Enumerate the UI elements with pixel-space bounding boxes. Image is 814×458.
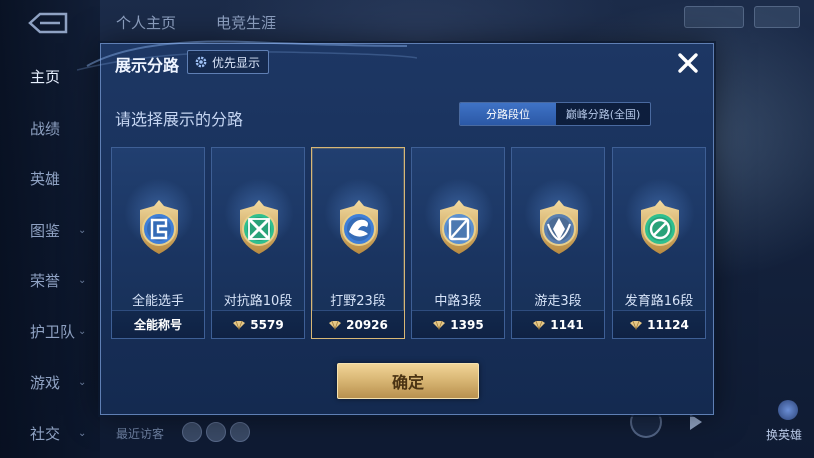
lane-card-name: 发育路16段 (624, 294, 694, 309)
clash-lane-emblem-icon (240, 200, 278, 254)
nav-item[interactable]: 英雄 (0, 158, 100, 198)
nav-item[interactable]: 游戏 ⌄ (0, 362, 100, 402)
roam-emblem-icon (540, 200, 578, 254)
gear-icon (195, 56, 207, 68)
lane-card-value: 1395 (450, 317, 484, 332)
lane-card-footer: 20926 (312, 310, 404, 338)
lane-card[interactable]: 游走3段 1141 (511, 147, 605, 339)
lane-source-toggle: 分路段位 巅峰分路(全国) (459, 102, 651, 126)
close-icon (678, 53, 698, 73)
lane-card-value: 20926 (346, 317, 388, 332)
chevron-down-icon: ⌄ (78, 427, 87, 439)
mid-lane-emblem-icon (440, 200, 478, 254)
chevron-down-icon: ⌄ (78, 325, 87, 337)
avatar[interactable] (206, 422, 226, 442)
tab-peak-lane-national[interactable]: 巅峰分路(全国) (556, 103, 650, 125)
tab-personal-home[interactable]: 个人主页 (116, 12, 176, 33)
all-round-emblem-icon (140, 200, 178, 254)
modal-title: 展示分路 (115, 56, 180, 75)
lane-card-name: 游走3段 (534, 294, 582, 309)
nav-item[interactable]: 图鉴 ⌄ (0, 210, 100, 250)
lane-card-footer: 全能称号 (112, 310, 204, 338)
nav-item[interactable]: 荣誉 ⌄ (0, 260, 100, 300)
lane-card-value: 全能称号 (133, 318, 182, 332)
recent-visitors-label: 最近访客 (116, 427, 165, 441)
chevron-down-icon: ⌄ (78, 376, 87, 388)
top-right-status (614, 4, 804, 30)
priority-display-button[interactable]: 优先显示 (187, 50, 270, 74)
nav-item[interactable]: 社交 ⌄ (0, 413, 100, 453)
rank-star-icon (233, 320, 246, 330)
modal-subtitle: 请选择展示的分路 (115, 110, 244, 129)
lane-card-footer: 1141 (512, 310, 604, 338)
nav-item-label: 护卫队 (30, 322, 76, 341)
chevron-down-icon: ⌄ (78, 224, 87, 236)
lane-card[interactable]: 对抗路10段 5579 (211, 147, 305, 339)
swap-hero-icon[interactable] (778, 400, 798, 420)
tab-esports-career[interactable]: 电竞生涯 (216, 12, 276, 33)
nav-item-label: 荣誉 (30, 271, 61, 290)
lane-card-name: 中路3段 (434, 294, 482, 309)
swap-hero-label[interactable]: 换英雄 (766, 426, 802, 443)
lane-card[interactable]: 发育路16段 11124 (612, 147, 706, 339)
lane-card[interactable]: 全能选手 全能称号 (111, 147, 205, 339)
farm-lane-emblem-icon (641, 200, 679, 254)
lane-card-value: 5579 (250, 317, 284, 332)
rank-star-icon (630, 320, 643, 330)
lane-display-modal: 展示分路 优先显示 请选择展示的分路 分路段位 巅峰分路(全国) 全能选手全能称… (77, 40, 714, 415)
lane-card-value: 11124 (647, 317, 689, 332)
tab-lane-rank[interactable]: 分路段位 (460, 103, 556, 125)
play-icon[interactable] (690, 414, 702, 430)
lane-card-value: 1141 (550, 317, 584, 332)
lane-card-footer: 11124 (613, 310, 705, 338)
lane-card-footer: 1395 (412, 310, 504, 338)
nav-item-label: 主页 (30, 67, 61, 86)
status-badge (684, 6, 744, 28)
nav-item-label: 图鉴 (30, 221, 61, 240)
nav-item-label: 英雄 (30, 169, 61, 188)
lane-card-name: 对抗路10段 (223, 294, 293, 309)
rank-star-icon (329, 320, 342, 330)
close-button[interactable] (673, 48, 703, 78)
nav-item-label: 社交 (30, 424, 61, 443)
rank-star-icon (433, 320, 446, 330)
nav-item[interactable]: 战绩 (0, 108, 100, 148)
nav-item-label: 游戏 (30, 373, 61, 392)
avatar[interactable] (182, 422, 202, 442)
lane-card-name: 全能选手 (131, 294, 184, 309)
chevron-down-icon: ⌄ (78, 274, 87, 286)
jungle-emblem-icon (340, 200, 378, 254)
status-badge (754, 6, 800, 28)
lane-card[interactable]: 中路3段 1395 (411, 147, 505, 339)
lane-card[interactable]: 打野23段 20926 (311, 147, 405, 339)
nav-item-label: 战绩 (30, 119, 61, 138)
priority-display-label: 优先显示 (212, 55, 261, 70)
lane-card-footer: 5579 (212, 310, 304, 338)
rank-star-icon (533, 320, 546, 330)
lane-card-name: 打野23段 (330, 294, 386, 309)
nav-item[interactable]: 护卫队 ⌄ (0, 311, 100, 351)
back-arrow-icon[interactable] (26, 10, 70, 36)
confirm-button[interactable]: 确定 (337, 363, 479, 399)
avatar[interactable] (230, 422, 250, 442)
